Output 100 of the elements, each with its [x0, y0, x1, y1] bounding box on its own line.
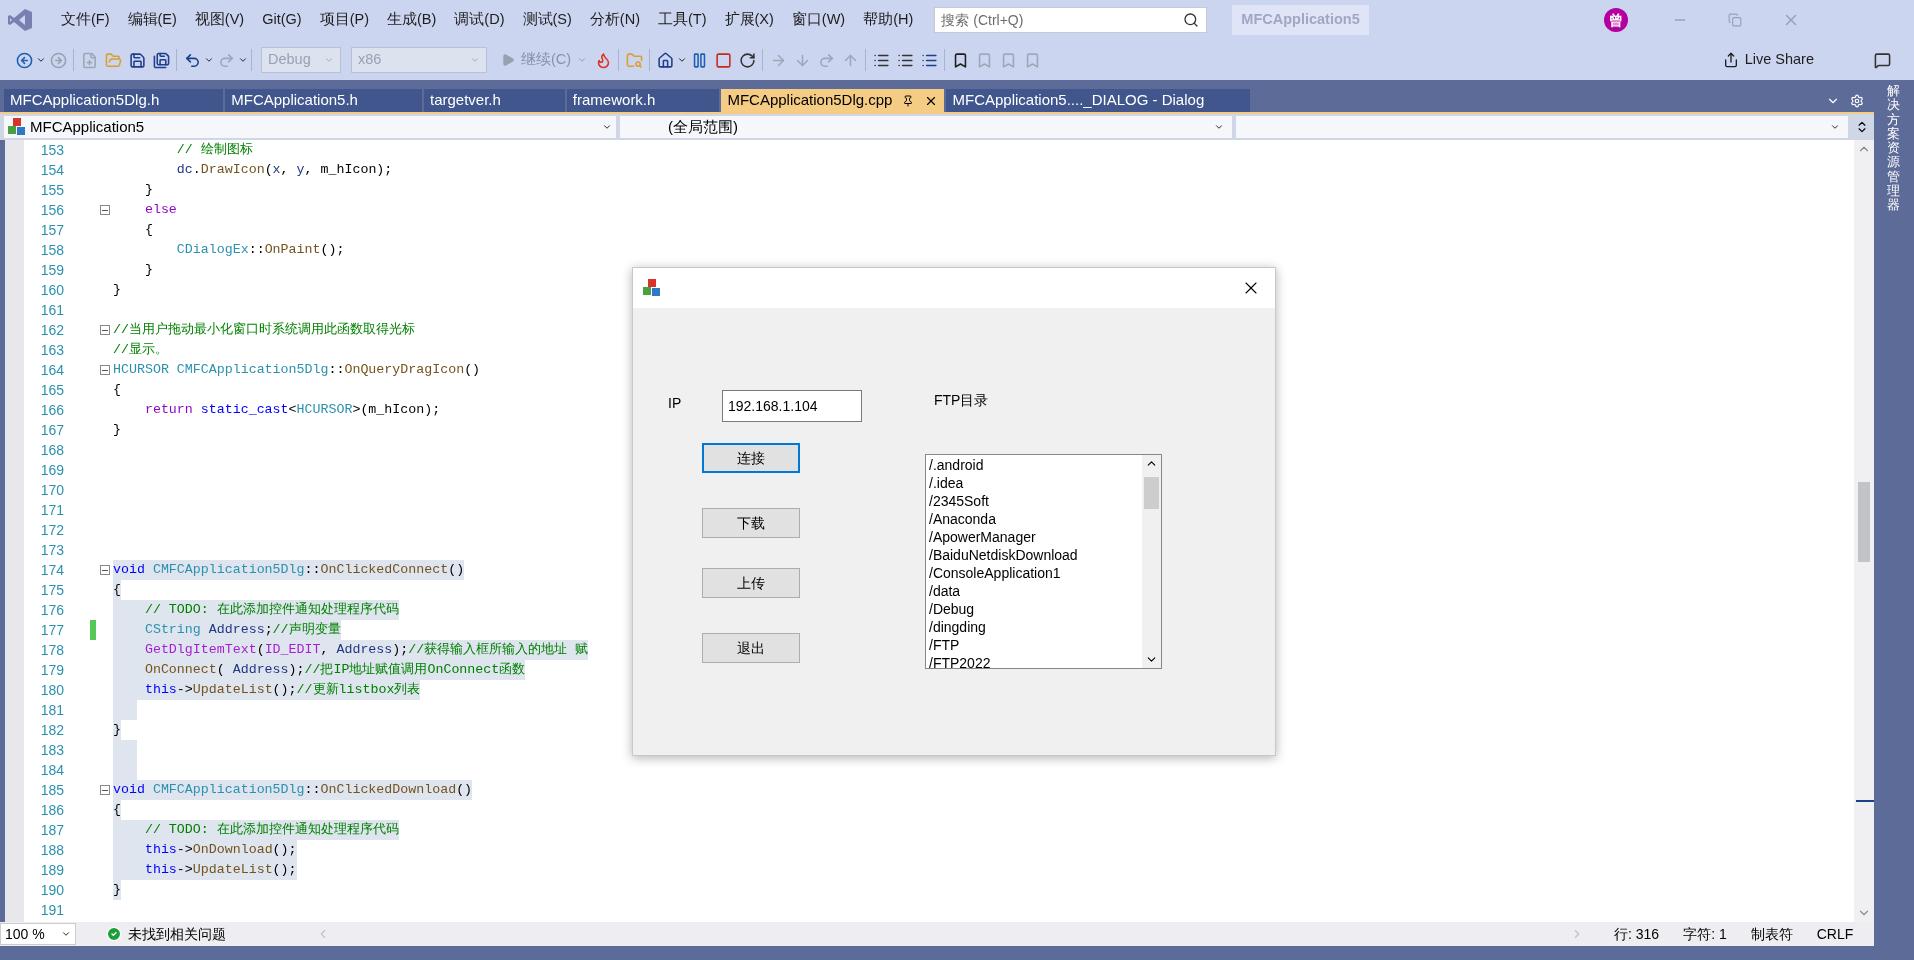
directory-item[interactable]: /FTP: [929, 636, 1142, 654]
scrollbar-thumb[interactable]: [1858, 482, 1870, 562]
directory-item[interactable]: /ConsoleApplication1: [929, 564, 1142, 582]
line-number: 162: [39, 320, 64, 340]
dialog-button[interactable]: 下载: [702, 508, 800, 538]
app-icon: [643, 279, 661, 297]
menu-item[interactable]: 测试(S): [513, 9, 581, 31]
account-avatar[interactable]: 曾: [1603, 8, 1628, 32]
search-icon[interactable]: [1183, 12, 1200, 28]
file-tab[interactable]: targetver.h: [423, 89, 565, 112]
line-number: 177: [39, 620, 64, 640]
menu-item[interactable]: 工具(T): [649, 9, 716, 31]
line-number: 158: [39, 240, 64, 260]
line-number: 169: [39, 460, 64, 480]
code-line: else: [143, 201, 177, 220]
caret-icon[interactable]: [677, 55, 688, 65]
caret-icon[interactable]: [238, 55, 248, 65]
menu-item[interactable]: 生成(B): [378, 9, 446, 31]
dialog-button[interactable]: 连接: [702, 443, 800, 473]
ip-label: IP: [668, 394, 682, 413]
directory-item[interactable]: /FTP2022: [929, 654, 1142, 668]
line-number: 181: [39, 700, 64, 720]
code-line: }: [113, 281, 121, 300]
dialog-button[interactable]: 退出: [702, 633, 800, 663]
directory-item[interactable]: /.android: [929, 456, 1142, 474]
line-number: 160: [39, 280, 64, 300]
line-indicator[interactable]: 行: 316: [1614, 923, 1660, 945]
directory-item[interactable]: /2345Soft: [929, 492, 1142, 510]
line-number: 174: [39, 560, 64, 580]
line-number: 155: [39, 180, 64, 200]
scrollbar-thumb[interactable]: [1144, 477, 1159, 509]
zoom-dropdown[interactable]: 100 %: [0, 923, 76, 945]
caret-icon[interactable]: [36, 55, 46, 65]
directory-item[interactable]: /Anaconda: [929, 510, 1142, 528]
check-icon: [106, 926, 122, 942]
directory-item[interactable]: /BaiduNetdiskDownload: [929, 546, 1142, 564]
menu-item[interactable]: 扩展(X): [715, 9, 783, 31]
vertical-scrollbar[interactable]: [1854, 140, 1874, 922]
directory-item[interactable]: /Debug: [929, 600, 1142, 618]
caret-icon[interactable]: [1214, 122, 1224, 132]
project-dropdown[interactable]: MFCApplication5: [4, 116, 616, 138]
indentation-indicator[interactable]: 制表符: [1750, 923, 1793, 945]
file-tab[interactable]: MFCApplication5.h: [225, 89, 422, 112]
menu-item[interactable]: 项目(P): [310, 9, 378, 31]
line-number: 191: [39, 900, 64, 920]
menu-item[interactable]: 视图(V): [185, 9, 254, 31]
collapse-icon[interactable]: [99, 205, 110, 215]
settings-icon[interactable]: [1850, 94, 1864, 108]
collapse-icon[interactable]: [99, 785, 110, 795]
code-line: //当用户拖动最小化窗口时系统调用此函数取得光标: [113, 321, 415, 340]
collapse-icon[interactable]: [99, 325, 110, 335]
menu-item[interactable]: Git(G): [253, 9, 311, 31]
file-tab[interactable]: framework.h: [566, 89, 720, 112]
line-number: 167: [39, 420, 64, 440]
menu-item[interactable]: 调试(D): [445, 9, 514, 31]
code-line: dc.DrawIcon(x, y, m_hIcon);: [175, 161, 393, 180]
file-tab[interactable]: MFCApplication5Dlg.cpp: [721, 89, 945, 112]
line-number: 173: [39, 540, 64, 560]
line-number: 172: [39, 520, 64, 540]
menu-item[interactable]: 帮助(H): [854, 9, 923, 31]
caret-icon[interactable]: [61, 929, 71, 939]
menu-item[interactable]: 分析(N): [580, 9, 649, 31]
file-tab[interactable]: MFCApplication5Dlg.h: [4, 89, 224, 112]
collapse-icon[interactable]: [99, 365, 110, 375]
line-number: 190: [39, 880, 64, 900]
menu-item[interactable]: 窗口(W): [782, 9, 855, 31]
line-number: 187: [39, 820, 64, 840]
caret-icon[interactable]: [602, 122, 612, 132]
side-panel-tab[interactable]: 解决方案资源管理器: [1887, 84, 1901, 213]
directory-item[interactable]: /ApowerManager: [929, 528, 1142, 546]
share-icon: [1722, 52, 1739, 68]
ip-input[interactable]: 192.168.1.104: [722, 390, 862, 422]
line-number: 153: [39, 140, 64, 160]
menu-item[interactable]: 编辑(E): [118, 9, 186, 31]
code-line: CDialogEx::OnPaint();: [175, 241, 345, 260]
line-number: 179: [39, 660, 64, 680]
code-line: HCURSOR CMFCApplication5Dlg::OnQueryDragIcon(): [113, 361, 481, 380]
line-ending-indicator[interactable]: CRLF: [1816, 923, 1854, 945]
scope-dropdown[interactable]: (全局范围): [620, 116, 1232, 138]
caret-icon[interactable]: [1830, 122, 1840, 132]
directory-item[interactable]: /data: [929, 582, 1142, 600]
issues-status[interactable]: 未找到相关问题: [128, 923, 226, 945]
code-line: }: [113, 421, 121, 440]
collapse-icon[interactable]: [99, 565, 110, 575]
line-number: 175: [39, 580, 64, 600]
app-logo-icon[interactable]: [8, 9, 32, 31]
list-scrollbar[interactable]: [1142, 455, 1161, 668]
column-indicator[interactable]: 字符: 1: [1683, 923, 1727, 945]
directory-item[interactable]: /.idea: [929, 474, 1142, 492]
line-number: 185: [39, 780, 64, 800]
pin-icon[interactable]: [902, 94, 915, 107]
caret-icon[interactable]: [204, 55, 214, 65]
live-share-button[interactable]: Live Share: [1716, 49, 1820, 71]
menu-item[interactable]: 文件(F): [52, 9, 119, 31]
line-number: 164: [39, 360, 64, 380]
search-field[interactable]: 搜索 (Ctrl+Q): [934, 7, 1208, 33]
directory-item[interactable]: /dingding: [929, 618, 1142, 636]
dialog-button[interactable]: 上传: [702, 568, 800, 598]
file-tab[interactable]: MFCApplication5...._DIALOG - Dialog: [946, 89, 1251, 112]
directory-listbox[interactable]: /.android /.idea /2345Soft /Anaconda /ApowerManager /BaiduNetdiskDownload /ConsoleApplication1 /data /Debug /dingding /FTP /FTP2022: [925, 454, 1162, 669]
